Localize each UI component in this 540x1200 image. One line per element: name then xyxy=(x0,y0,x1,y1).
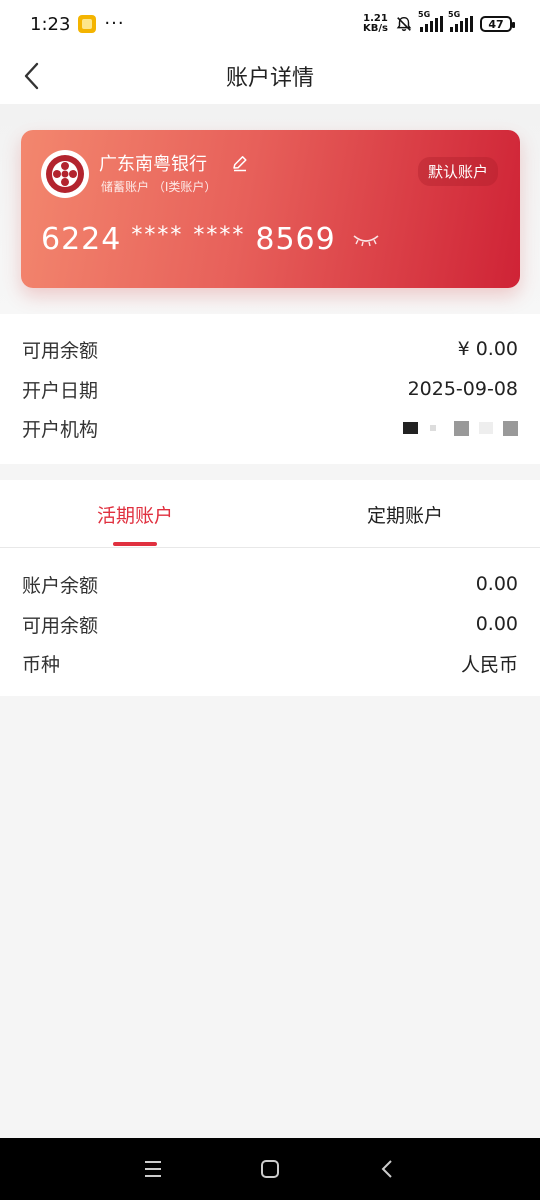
battery-icon: 47 xyxy=(480,16,515,32)
card-number-prefix: 6224 xyxy=(41,222,122,257)
tab-indicator xyxy=(113,542,157,546)
status-bar: 1:23 ··· 1.21 KB/s 5G 5G 47 xyxy=(0,0,540,48)
open-branch-label: 开户机构 xyxy=(22,418,99,441)
notification-app-icon xyxy=(78,15,97,33)
available-balance-value: ¥ 0.00 xyxy=(457,338,518,360)
account-type: 储蓄账户 （I类账户） xyxy=(101,180,217,194)
signal-icon-2: 5G xyxy=(448,10,473,32)
home-icon[interactable] xyxy=(258,1157,282,1181)
current-account-details: 账户余额 0.00 可用余额 0.00 币种 人民币 xyxy=(0,548,540,696)
bank-logo-icon xyxy=(41,150,89,198)
back-button[interactable] xyxy=(14,58,50,94)
open-branch-redacted xyxy=(403,420,518,436)
app-header: 账户详情 xyxy=(0,48,540,104)
tab-current-account[interactable]: 活期账户 xyxy=(0,480,270,548)
battery-level: 47 xyxy=(488,17,504,31)
eye-closed-icon[interactable] xyxy=(352,232,380,248)
network-speed-unit: KB/s xyxy=(363,23,388,34)
menu-icon[interactable] xyxy=(141,1157,165,1181)
detail-available-balance-row: 可用余额 0.00 xyxy=(22,609,518,639)
card-number-suffix: 8569 xyxy=(255,222,336,257)
account-balance-value: 0.00 xyxy=(475,573,518,595)
bank-card: 广东南粤银行 储蓄账户 （I类账户） 默认账户 6224 **** **** 8… xyxy=(21,130,520,288)
account-info-section: 可用余额 ¥ 0.00 开户日期 2025-09-08 开户机构 xyxy=(0,314,540,464)
currency-label: 币种 xyxy=(22,653,61,676)
network-type-2: 5G xyxy=(448,10,461,19)
bank-name: 广东南粤银行 xyxy=(99,154,207,175)
status-time: 1:23 xyxy=(30,13,71,35)
more-notifications-icon: ··· xyxy=(104,13,125,34)
card-area: 广东南粤银行 储蓄账户 （I类账户） 默认账户 6224 **** **** 8… xyxy=(0,104,540,314)
card-number-mask-1: **** xyxy=(131,223,184,248)
network-type-1: 5G xyxy=(418,10,431,19)
open-date-row: 开户日期 2025-09-08 xyxy=(22,374,518,404)
currency-value: 人民币 xyxy=(460,653,518,676)
chevron-left-icon xyxy=(24,62,39,90)
account-tabs: 活期账户 定期账户 xyxy=(0,480,540,548)
status-right: 1.21 KB/s 5G 5G 47 xyxy=(363,10,515,34)
account-balance-label: 账户余额 xyxy=(22,574,99,597)
page-title: 账户详情 xyxy=(225,66,314,91)
system-navigation-bar xyxy=(0,1138,540,1200)
system-back-icon[interactable] xyxy=(376,1157,400,1181)
open-date-label: 开户日期 xyxy=(22,379,99,402)
bell-off-icon xyxy=(396,16,412,32)
detail-available-balance-value: 0.00 xyxy=(475,613,518,635)
default-account-badge: 默认账户 xyxy=(417,157,498,186)
card-number: 6224 **** **** 8569 xyxy=(41,222,380,257)
network-speed: 1.21 KB/s xyxy=(363,14,388,34)
status-left: 1:23 ··· xyxy=(30,14,125,35)
edit-icon[interactable] xyxy=(231,154,249,172)
open-date-value: 2025-09-08 xyxy=(407,378,518,400)
available-balance-row: 可用余额 ¥ 0.00 xyxy=(22,334,518,364)
tab-fixed-account[interactable]: 定期账户 xyxy=(270,480,540,548)
currency-row: 币种 人民币 xyxy=(22,648,518,678)
card-number-mask-2: **** xyxy=(193,223,246,248)
available-balance-label: 可用余额 xyxy=(22,339,99,362)
account-balance-row: 账户余额 0.00 xyxy=(22,569,518,599)
detail-available-balance-label: 可用余额 xyxy=(22,614,99,637)
signal-icon-1: 5G xyxy=(418,10,443,32)
open-branch-row: 开户机构 xyxy=(22,413,518,443)
